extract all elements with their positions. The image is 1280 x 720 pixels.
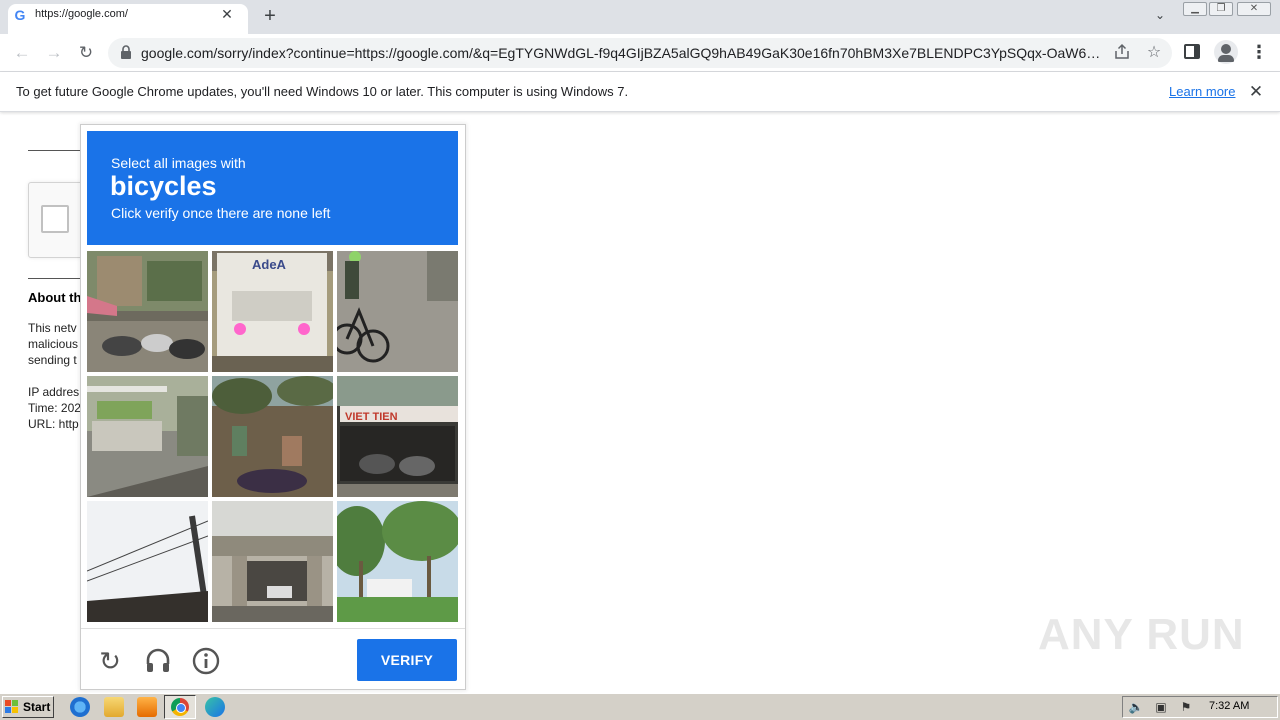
image-tile-9[interactable]	[337, 501, 458, 622]
page-divider	[28, 150, 88, 151]
action-center-flag-icon[interactable]: ⚑	[1178, 699, 1194, 715]
tab-title: https://google.com/	[35, 8, 128, 20]
share-icon[interactable]	[1112, 43, 1132, 63]
help-info-icon[interactable]	[191, 646, 221, 676]
profile-avatar-icon[interactable]	[1214, 40, 1238, 64]
infobar-close-icon[interactable]: ✕	[1246, 82, 1266, 102]
page-text-line: IP addres	[28, 385, 80, 399]
instruction-line: Select all images with	[111, 155, 246, 171]
image-tile-1[interactable]	[87, 251, 208, 372]
new-tab-button[interactable]: +	[258, 5, 282, 29]
network-icon[interactable]: ▣	[1153, 699, 1169, 715]
internet-explorer-icon[interactable]	[70, 697, 90, 717]
image-tile-8[interactable]	[212, 501, 333, 622]
page-text-line: This netv	[28, 321, 77, 335]
image-tile-2[interactable]: AdeA	[212, 251, 333, 372]
volume-icon[interactable]: 🔈	[1128, 699, 1144, 715]
reload-icon[interactable]: ↻	[74, 41, 98, 65]
instruction-subline: Click verify once there are none left	[111, 205, 331, 221]
media-player-icon[interactable]	[137, 697, 157, 717]
page-text-line: malicious	[28, 337, 79, 351]
image-tile-7[interactable]	[87, 501, 208, 622]
bookmark-star-icon[interactable]: ☆	[1144, 42, 1164, 62]
tab-search-chevron-icon[interactable]: ⌄	[1150, 8, 1170, 26]
recaptcha-checkbox[interactable]	[41, 205, 69, 233]
url-text[interactable]: google.com/sorry/index?continue=https://…	[141, 45, 1106, 61]
side-panel-icon[interactable]	[1184, 44, 1200, 59]
truck-sign-text: AdeA	[252, 257, 287, 272]
page-text-line: Time: 202	[28, 401, 81, 415]
page-text-line: URL: http	[28, 417, 79, 431]
image-tile-3[interactable]	[337, 251, 458, 372]
edge-icon[interactable]	[205, 697, 225, 717]
kebab-menu-icon[interactable]: ⋮	[1250, 42, 1268, 62]
file-explorer-icon[interactable]	[104, 697, 124, 717]
learn-more-link[interactable]: Learn more	[1169, 84, 1235, 99]
windows-logo-icon	[5, 700, 19, 714]
shop-sign-text: VIET TIEN	[345, 411, 398, 423]
page-divider	[28, 278, 88, 279]
window-close-button[interactable]: ✕	[1237, 2, 1271, 16]
verify-button[interactable]: VERIFY	[357, 639, 457, 681]
anyrun-watermark: ANY RUN	[1038, 610, 1245, 659]
system-tray	[1122, 696, 1278, 718]
forward-arrow-icon[interactable]: →	[42, 41, 66, 65]
window-minimize-button[interactable]: ▁	[1183, 2, 1207, 16]
taskbar-clock[interactable]: 7:32 AM	[1209, 700, 1249, 712]
google-favicon-icon: G	[14, 7, 26, 23]
lock-icon[interactable]	[120, 45, 132, 59]
window-restore-button[interactable]: ❐	[1209, 2, 1233, 16]
image-tile-6[interactable]: VIET TIEN	[337, 376, 458, 497]
challenge-footer-divider	[81, 628, 465, 629]
tab-close-icon[interactable]: ✕	[218, 5, 236, 23]
infobar-message: To get future Google Chrome updates, you…	[16, 84, 629, 99]
target-keyword: bicycles	[110, 171, 217, 201]
chrome-icon[interactable]	[171, 698, 189, 716]
about-heading: About th	[28, 290, 82, 305]
audio-challenge-headphones-icon[interactable]	[143, 646, 173, 676]
image-tile-4[interactable]	[87, 376, 208, 497]
page-text-line: sending t	[28, 353, 77, 367]
new-challenge-reload-icon[interactable]: ↻	[95, 646, 125, 676]
back-arrow-icon[interactable]: ←	[10, 41, 34, 65]
image-tile-5[interactable]	[212, 376, 333, 497]
